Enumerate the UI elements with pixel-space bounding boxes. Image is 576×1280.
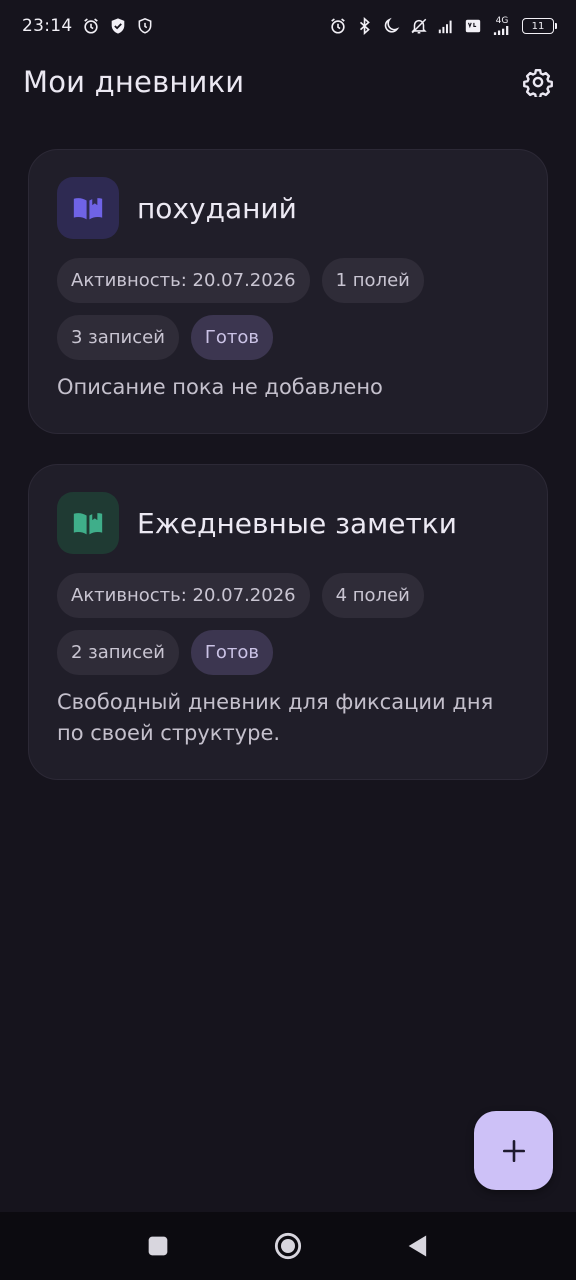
screen: 23:14 4G 11 Мои дневники похуданий Актив… (0, 0, 576, 1280)
status-bar-right: 4G 11 (329, 17, 557, 35)
fields-chip: 4 полей (321, 573, 424, 618)
add-diary-button[interactable] (474, 1111, 553, 1190)
home-circle-icon (274, 1232, 302, 1260)
moon-icon (383, 17, 401, 35)
activity-chip: Активность: 20.07.2026 (57, 573, 310, 618)
recents-square-icon (148, 1236, 168, 1256)
back-triangle-icon (408, 1235, 427, 1257)
diary-card[interactable]: похуданий Активность: 20.07.2026 1 полей… (28, 149, 548, 434)
alarm-icon (82, 17, 100, 35)
diary-chips: Активность: 20.07.2026 4 полей 2 записей… (57, 573, 519, 675)
diary-card[interactable]: Ежедневные заметки Активность: 20.07.202… (28, 464, 548, 780)
home-button[interactable] (273, 1231, 303, 1261)
diary-icon-box (57, 177, 119, 239)
signal-4g-icon: 4G (491, 17, 513, 35)
vpn-shield-icon (136, 17, 154, 35)
status-bar-left: 23:14 (22, 16, 154, 36)
fields-chip: 1 полей (321, 258, 424, 303)
recents-button[interactable] (143, 1231, 173, 1261)
activity-chip: Активность: 20.07.2026 (57, 258, 310, 303)
mute-icon (410, 17, 428, 35)
back-button[interactable] (403, 1231, 433, 1261)
diary-list: похуданий Активность: 20.07.2026 1 полей… (28, 149, 548, 810)
gear-icon (523, 68, 553, 97)
diary-icon-box (57, 492, 119, 554)
battery-icon: 11 (522, 18, 557, 34)
page-title: Мои дневники (23, 65, 245, 99)
diary-card-header: Ежедневные заметки (57, 492, 519, 554)
shield-check-icon (109, 17, 127, 35)
book-open-icon (73, 196, 103, 220)
diary-description: Свободный дневник для фиксации дня по св… (57, 690, 494, 745)
diary-title: Ежедневные заметки (137, 506, 457, 540)
diary-chips: Активность: 20.07.2026 1 полей 3 записей… (57, 258, 519, 360)
book-open-icon (73, 511, 103, 535)
status-time: 23:14 (22, 16, 73, 36)
status-badge: Готов (190, 630, 274, 675)
plus-icon (502, 1139, 525, 1162)
entries-chip: 2 записей (57, 630, 179, 675)
volte-icon (464, 17, 482, 35)
bluetooth-icon (356, 17, 374, 35)
signal-icon (437, 17, 455, 35)
network-label: 4G (495, 16, 509, 26)
settings-button[interactable] (520, 64, 556, 100)
diary-description: Описание пока не добавлено (57, 375, 383, 399)
app-header: Мои дневники (0, 52, 576, 112)
status-badge: Готов (190, 315, 274, 360)
diary-card-header: похуданий (57, 177, 519, 239)
status-bar: 23:14 4G 11 (0, 0, 576, 52)
diary-title: похуданий (137, 191, 297, 225)
entries-chip: 3 записей (57, 315, 179, 360)
system-nav-bar (0, 1212, 576, 1280)
alarm-icon (329, 17, 347, 35)
